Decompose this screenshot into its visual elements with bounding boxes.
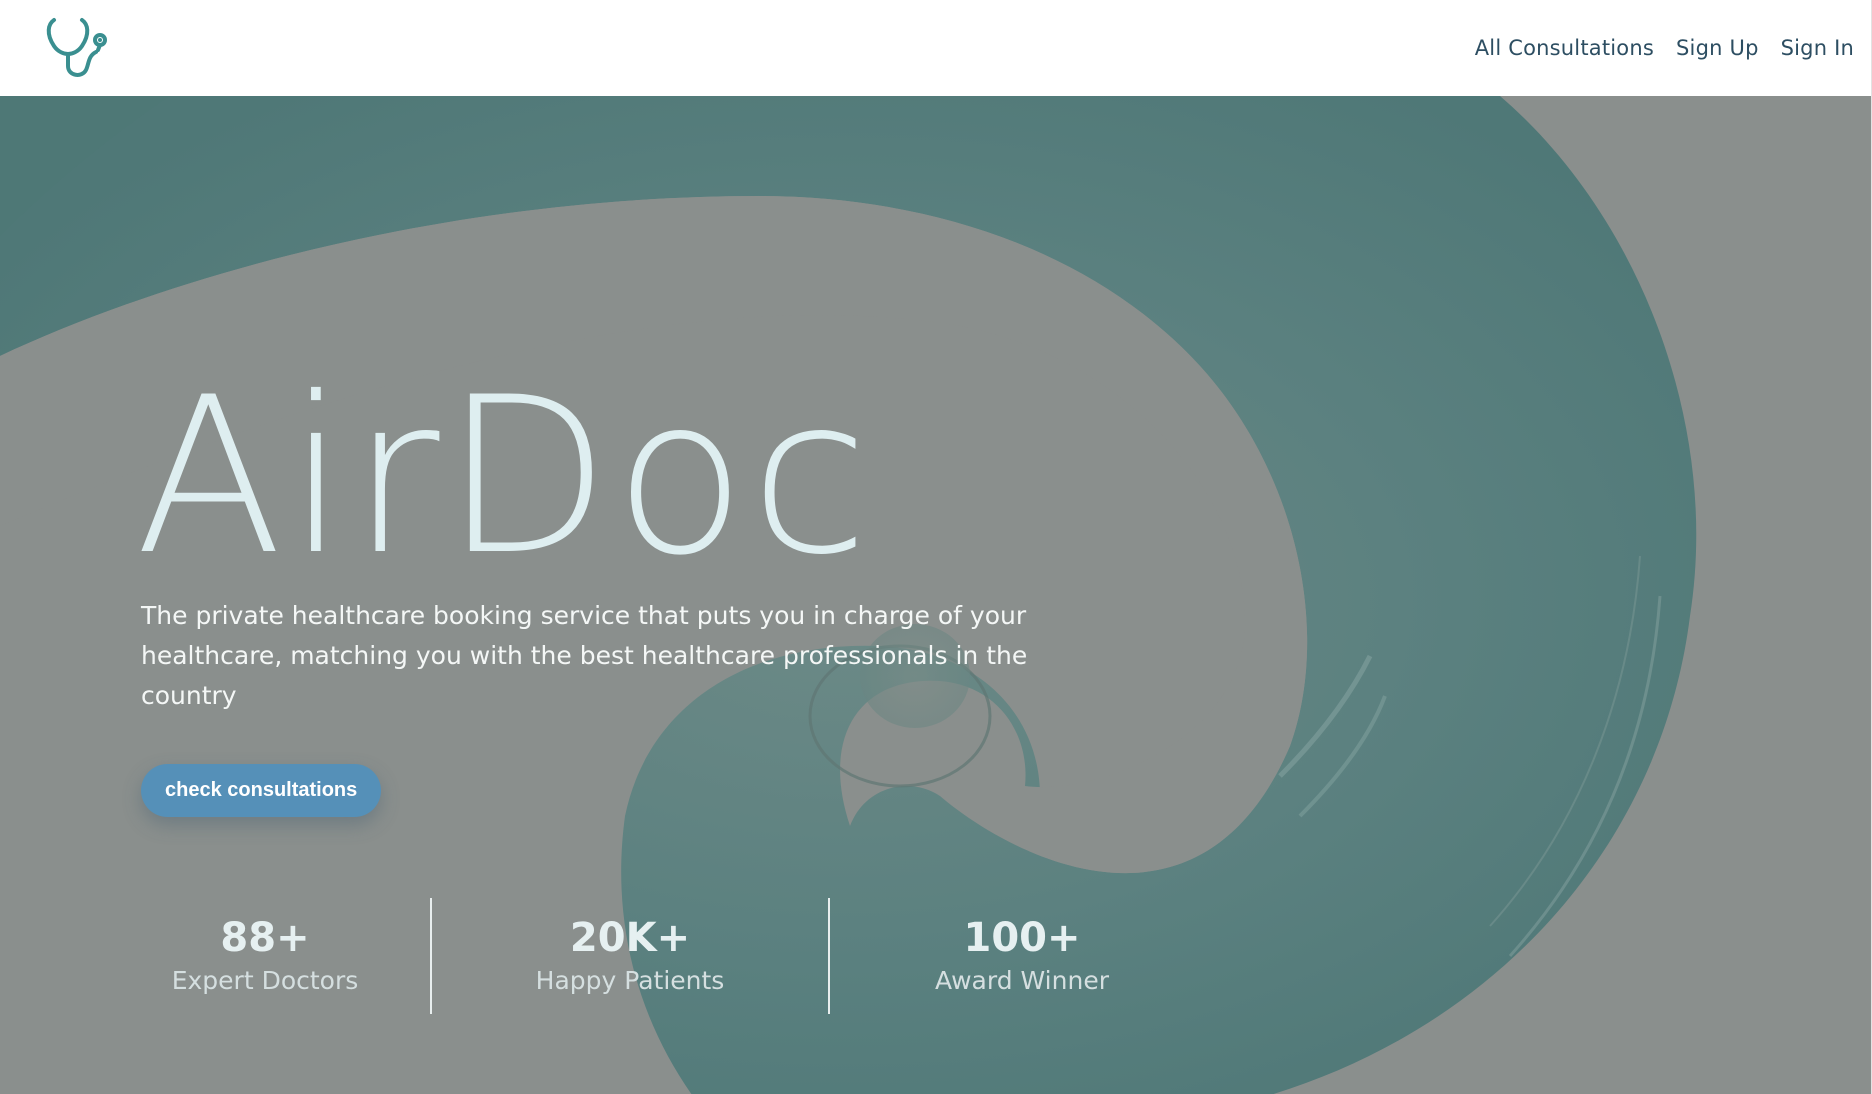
hero-subtitle: The private healthcare booking service t… — [141, 601, 1028, 710]
hero-section: AirDoc The private healthcare booking se… — [0, 96, 1872, 1094]
stat-happy-patients: 20K+ Happy Patients — [432, 898, 828, 1014]
stat-label: Award Winner — [935, 966, 1109, 995]
hero-content: AirDoc The private healthcare booking se… — [135, 369, 1141, 817]
stat-award-winner: 100+ Award Winner — [830, 898, 1214, 1014]
stat-value: 100+ — [963, 915, 1081, 961]
stethoscope-icon[interactable] — [42, 16, 112, 80]
hero-title: AirDoc — [135, 351, 873, 602]
check-consultations-button[interactable]: check consultations — [141, 764, 382, 817]
nav-link-sign-in[interactable]: Sign In — [1781, 36, 1854, 60]
stat-label: Happy Patients — [535, 966, 725, 995]
nav-link-all-consultations[interactable]: All Consultations — [1475, 36, 1654, 60]
stat-expert-doctors: 88+ Expert Doctors — [100, 898, 430, 1014]
stats-bar: 88+ Expert Doctors 20K+ Happy Patients 1… — [100, 898, 1214, 1014]
stat-label: Expert Doctors — [171, 966, 359, 995]
nav-links: All Consultations Sign Up Sign In — [1475, 36, 1854, 60]
landing-page: All Consultations Sign Up Sign In AirDoc… — [0, 0, 1872, 1094]
stat-value: 88+ — [220, 915, 310, 961]
nav-link-sign-up[interactable]: Sign Up — [1676, 36, 1759, 60]
top-navbar: All Consultations Sign Up Sign In — [0, 0, 1872, 96]
stat-value: 20K+ — [569, 915, 691, 961]
